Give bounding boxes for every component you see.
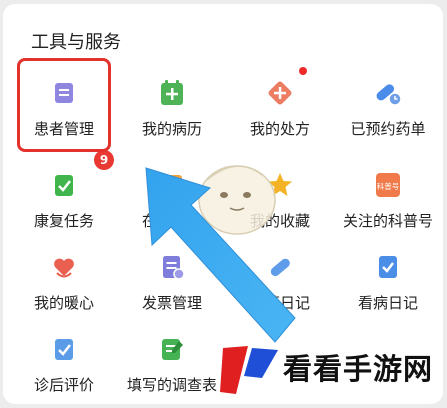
watermark-brand: 看看手游网: [283, 352, 434, 386]
site-logo-icon: [220, 346, 278, 394]
